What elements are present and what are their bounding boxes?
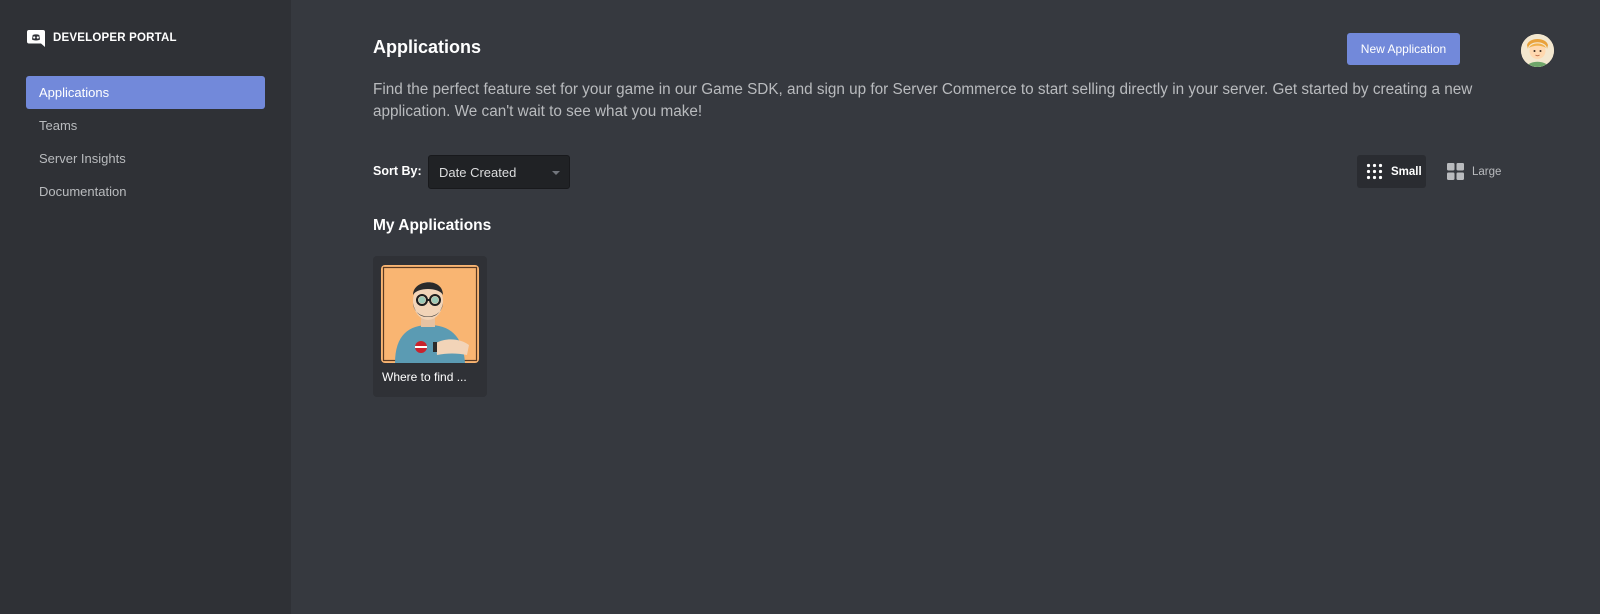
sort-by-value: Date Created — [439, 164, 517, 180]
view-large-label: Large — [1472, 165, 1502, 178]
my-applications-title: My Applications — [373, 217, 492, 234]
sort-by-label: Sort By: — [373, 164, 422, 178]
view-small-toggle[interactable]: Small — [1357, 155, 1426, 188]
sidebar-item-teams[interactable]: Teams — [26, 109, 265, 142]
sidebar-item-server-insights[interactable]: Server Insights — [26, 142, 265, 175]
sidebar-item-documentation[interactable]: Documentation — [26, 175, 265, 208]
page-title: Applications — [373, 37, 482, 57]
chevron-down-icon — [552, 171, 560, 175]
user-avatar-icon[interactable] — [1521, 34, 1554, 67]
small-grid-icon — [1366, 163, 1383, 180]
application-name: Where to find ... — [382, 370, 467, 384]
main-content: Applications New Application Find the pe… — [291, 0, 1600, 614]
new-application-button[interactable]: New Application — [1347, 33, 1460, 65]
sort-by-select[interactable]: Date Created — [428, 155, 570, 189]
avatar-image — [1521, 34, 1554, 67]
app-icon-image — [381, 265, 479, 363]
view-large-toggle[interactable]: Large — [1437, 155, 1509, 188]
sidebar-nav: Applications Teams Server Insights Docum… — [26, 76, 265, 208]
discord-logo-icon — [27, 30, 45, 47]
sidebar-item-applications[interactable]: Applications — [26, 76, 265, 109]
bearded-man-avatar-icon — [381, 265, 479, 363]
brand[interactable]: DEVELOPER PORTAL — [26, 27, 177, 49]
sidebar: DEVELOPER PORTAL Applications Teams Serv… — [0, 0, 291, 614]
view-small-label: Small — [1391, 165, 1422, 178]
brand-title: DEVELOPER PORTAL — [53, 32, 177, 44]
application-card[interactable]: Where to find ... — [373, 256, 487, 397]
page-description: Find the perfect feature set for your ga… — [373, 81, 1473, 120]
large-grid-icon — [1447, 163, 1464, 180]
